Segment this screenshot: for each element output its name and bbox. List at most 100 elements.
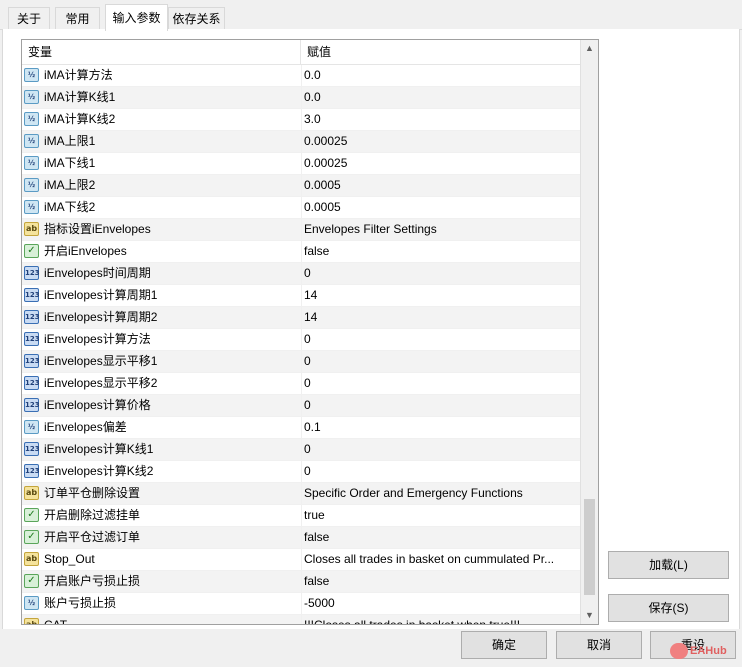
string-type-icon: ab — [24, 486, 39, 500]
tab-about[interactable]: 关于 — [8, 7, 50, 29]
parameter-row[interactable]: ½ iMA下线1 0.00025 — [22, 153, 580, 175]
watermark-text: EAHub — [690, 645, 727, 657]
parameter-row[interactable]: ✓ 开启iEnvelopes false — [22, 241, 580, 263]
parameter-row[interactable]: ab 指标设置iEnvelopes Envelopes Filter Setting… — [22, 219, 580, 241]
parameter-row[interactable]: ✓ 开启平仓过滤订单 false — [22, 527, 580, 549]
column-separator — [301, 175, 302, 196]
parameter-row[interactable]: ½ iMA上限2 0.0005 — [22, 175, 580, 197]
parameter-row[interactable]: ½ iMA上限1 0.00025 — [22, 131, 580, 153]
parameter-value[interactable]: 0 — [304, 461, 578, 482]
column-separator — [301, 153, 302, 174]
save-button[interactable]: 保存(S) — [608, 594, 729, 622]
scrollbar-thumb[interactable] — [584, 499, 595, 595]
scroll-up-arrow-icon[interactable]: ▲ — [581, 40, 598, 57]
parameter-row[interactable]: ½ iMA下线2 0.0005 — [22, 197, 580, 219]
tab-common[interactable]: 常用 — [55, 7, 100, 29]
parameter-row[interactable]: 123 iEnvelopes时间周期 0 — [22, 263, 580, 285]
int-type-icon: 123 — [24, 398, 40, 412]
parameter-row[interactable]: ½ iMA计算方法 0.0 — [22, 65, 580, 87]
parameter-value[interactable]: 0 — [304, 439, 578, 460]
parameter-row[interactable]: ½ iMA计算K线1 0.0 — [22, 87, 580, 109]
double-type-icon: ½ — [24, 156, 39, 170]
column-separator — [301, 505, 302, 526]
column-separator — [301, 549, 302, 570]
parameter-row[interactable]: 123 iEnvelopes计算K线2 0 — [22, 461, 580, 483]
parameter-row[interactable]: ab CAT !!!Closes all trades in basket when… — [22, 615, 580, 625]
tab-dependencies[interactable]: 依存关系 — [168, 7, 225, 29]
parameter-name: iMA上限1 — [44, 134, 96, 148]
parameter-row[interactable]: ½ 账户亏损止损 -5000 — [22, 593, 580, 615]
int-type-icon: 123 — [24, 266, 40, 280]
ok-button[interactable]: 确定 — [461, 631, 547, 659]
double-type-icon: ½ — [24, 596, 39, 610]
column-separator — [301, 417, 302, 438]
parameter-value[interactable]: !!!Closes all trades in basket when true… — [304, 615, 578, 624]
parameter-row[interactable]: 123 iEnvelopes显示平移2 0 — [22, 373, 580, 395]
parameter-value[interactable]: 14 — [304, 285, 578, 306]
parameter-row[interactable]: ½ iMA计算K线2 3.0 — [22, 109, 580, 131]
parameter-row[interactable]: ✓ 开启账户亏损止损 false — [22, 571, 580, 593]
parameter-row[interactable]: 123 iEnvelopes计算方法 0 — [22, 329, 580, 351]
parameter-value[interactable]: -5000 — [304, 593, 578, 614]
parameter-value[interactable]: 0 — [304, 351, 578, 372]
parameter-value[interactable]: true — [304, 505, 578, 526]
load-button[interactable]: 加载(L) — [608, 551, 729, 579]
double-type-icon: ½ — [24, 112, 39, 126]
double-type-icon: ½ — [24, 420, 39, 434]
parameter-name: iEnvelopes计算方法 — [44, 332, 151, 346]
parameter-row[interactable]: ab 订单平仓删除设置 Specific Order and Emergency F… — [22, 483, 580, 505]
parameter-value[interactable]: 0.0 — [304, 87, 578, 108]
double-type-icon: ½ — [24, 134, 39, 148]
parameter-row[interactable]: ½ iEnvelopes偏差 0.1 — [22, 417, 580, 439]
column-header-value[interactable]: 赋值 — [301, 40, 580, 64]
column-separator — [301, 241, 302, 262]
int-type-icon: 123 — [24, 332, 40, 346]
int-type-icon: 123 — [24, 376, 40, 390]
vertical-scrollbar[interactable]: ▲ ▼ — [580, 40, 598, 624]
parameter-name: 指标设置iEnvelopes — [44, 222, 151, 236]
column-separator — [301, 439, 302, 460]
parameter-value[interactable]: 3.0 — [304, 109, 578, 130]
parameter-row[interactable]: ab Stop_Out Closes all trades in basket on… — [22, 549, 580, 571]
column-separator — [301, 351, 302, 372]
parameter-name: iEnvelopes计算价格 — [44, 398, 151, 412]
input-parameters-grid: 变量 赋值 ½ iMA计算方法 0.0 ½ iMA计算K线1 0.0 ½ iMA计算K线2 3.… — [21, 39, 599, 625]
parameter-value[interactable]: 14 — [304, 307, 578, 328]
column-separator — [301, 109, 302, 130]
cancel-button[interactable]: 取消 — [556, 631, 642, 659]
parameter-value[interactable]: 0 — [304, 373, 578, 394]
scroll-down-arrow-icon[interactable]: ▼ — [581, 607, 598, 624]
parameter-value[interactable]: 0.0 — [304, 65, 578, 86]
parameter-value[interactable]: 0 — [304, 395, 578, 416]
parameter-value[interactable]: 0.1 — [304, 417, 578, 438]
parameter-value[interactable]: 0 — [304, 329, 578, 350]
column-separator — [301, 615, 302, 624]
eahub-watermark: EAHub — [670, 640, 727, 662]
parameter-row[interactable]: 123 iEnvelopes计算周期2 14 — [22, 307, 580, 329]
parameter-value[interactable]: 0.0005 — [304, 175, 578, 196]
column-header-variable[interactable]: 变量 — [22, 40, 301, 64]
parameter-value[interactable]: false — [304, 527, 578, 548]
parameter-value[interactable]: Closes all trades in basket on cummulate… — [304, 549, 578, 570]
parameter-row[interactable]: 123 iEnvelopes计算周期1 14 — [22, 285, 580, 307]
column-separator — [301, 263, 302, 284]
parameter-value[interactable]: 0 — [304, 263, 578, 284]
parameter-row[interactable]: 123 iEnvelopes计算K线1 0 — [22, 439, 580, 461]
column-separator — [301, 65, 302, 86]
int-type-icon: 123 — [24, 354, 40, 368]
parameter-value[interactable]: false — [304, 571, 578, 592]
column-separator — [301, 461, 302, 482]
parameter-value[interactable]: false — [304, 241, 578, 262]
parameter-value[interactable]: 0.00025 — [304, 131, 578, 152]
parameter-value[interactable]: Specific Order and Emergency Functions — [304, 483, 578, 504]
parameter-row[interactable]: 123 iEnvelopes显示平移1 0 — [22, 351, 580, 373]
parameter-row[interactable]: 123 iEnvelopes计算价格 0 — [22, 395, 580, 417]
parameter-value[interactable]: 0.00025 — [304, 153, 578, 174]
tab-inputs[interactable]: 输入参数 — [105, 4, 168, 31]
parameter-value[interactable]: Envelopes Filter Settings — [304, 219, 578, 240]
parameter-name: CAT — [44, 618, 68, 625]
parameter-name: 开启平仓过滤订单 — [44, 530, 141, 544]
parameter-row[interactable]: ✓ 开启删除过滤挂单 true — [22, 505, 580, 527]
parameter-value[interactable]: 0.0005 — [304, 197, 578, 218]
parameter-name: iEnvelopes计算K线1 — [44, 442, 154, 456]
